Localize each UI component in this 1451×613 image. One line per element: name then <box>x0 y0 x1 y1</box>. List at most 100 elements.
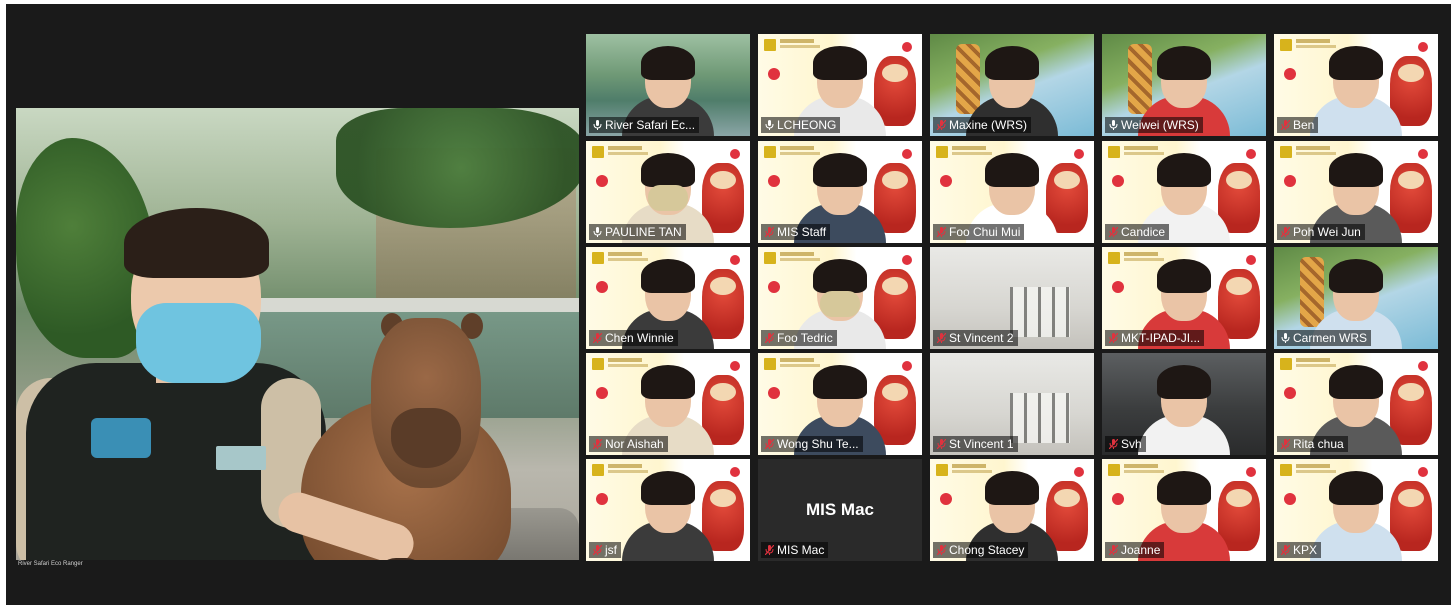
logo-text-mark <box>1296 152 1336 155</box>
participant-hair <box>641 153 695 187</box>
participant-tile[interactable]: Maxine (WRS) <box>930 34 1094 136</box>
participant-tile[interactable]: Carmen WRS <box>1274 247 1438 349</box>
participant-tile[interactable]: MIS Mac MIS Mac <box>758 459 922 561</box>
participant-name-label: Joanne <box>1105 542 1165 558</box>
plum-blossom-icon <box>1284 387 1296 399</box>
microphone-muted-icon[interactable] <box>1109 333 1118 343</box>
participant-tile[interactable]: St Vincent 1 <box>930 353 1094 455</box>
plum-blossom-icon <box>768 68 780 80</box>
participant-hair <box>1329 471 1383 505</box>
participant-name: Chong Stacey <box>949 543 1025 557</box>
logo-text-mark <box>1296 45 1336 48</box>
microphone-muted-icon[interactable] <box>1109 439 1118 449</box>
top-edge <box>0 0 1451 4</box>
participant-tile[interactable]: Rita chua <box>1274 353 1438 455</box>
ox-face <box>710 489 736 507</box>
ox-face <box>710 171 736 189</box>
participant-tile[interactable]: PAULINE TAN <box>586 141 750 243</box>
logo-text-mark <box>1124 146 1158 150</box>
river-safari-logo <box>91 418 151 458</box>
logo-text-mark <box>780 364 820 367</box>
participant-name-label: Weiwei (WRS) <box>1105 117 1203 133</box>
logo-text-mark <box>952 464 986 468</box>
microphone-muted-icon[interactable] <box>765 439 774 449</box>
plum-blossom-icon <box>768 281 780 293</box>
logo-text-mark <box>1296 470 1336 473</box>
participant-tile[interactable]: Chong Stacey <box>930 459 1094 561</box>
participant-hair <box>813 153 867 187</box>
participant-tile[interactable]: River Safari Ec... <box>586 34 750 136</box>
participant-tile[interactable]: Svh <box>1102 353 1266 455</box>
microphone-muted-icon[interactable] <box>937 545 946 555</box>
microphone-muted-icon[interactable] <box>1281 227 1290 237</box>
participant-name: Candice <box>1121 225 1166 239</box>
pinned-speaker-video[interactable] <box>16 108 579 560</box>
foundation-logo-icon <box>1108 252 1120 264</box>
microphone-muted-icon[interactable] <box>593 439 602 449</box>
microphone-icon[interactable] <box>765 120 774 130</box>
participant-name: Foo Tedric <box>777 331 833 345</box>
speaker-name-label: River Safari Eco Ranger <box>18 561 83 567</box>
participant-tile[interactable]: LCHEONG <box>758 34 922 136</box>
participant-name: MIS Mac <box>777 543 825 557</box>
participant-tile[interactable]: Candice <box>1102 141 1266 243</box>
microphone-muted-icon[interactable] <box>937 439 946 449</box>
plum-blossom-icon <box>730 255 740 265</box>
ox-face <box>1226 277 1252 295</box>
plum-blossom-icon <box>1418 42 1428 52</box>
participant-tile[interactable]: Foo Tedric <box>758 247 922 349</box>
microphone-icon[interactable] <box>1281 333 1290 343</box>
logo-text-mark <box>608 364 648 367</box>
microphone-muted-icon[interactable] <box>1109 227 1118 237</box>
participant-tile[interactable]: KPX <box>1274 459 1438 561</box>
participant-name: Poh Wei Jun <box>1293 225 1361 239</box>
participant-tile[interactable]: Chen Winnie <box>586 247 750 349</box>
participant-tile[interactable]: Poh Wei Jun <box>1274 141 1438 243</box>
microphone-muted-icon[interactable] <box>937 227 946 237</box>
plum-blossom-icon <box>596 493 608 505</box>
logo-text-mark <box>608 152 648 155</box>
logo-text-mark <box>608 146 642 150</box>
microphone-muted-icon[interactable] <box>593 545 602 555</box>
plum-blossom-icon <box>902 149 912 159</box>
microphone-muted-icon[interactable] <box>593 333 602 343</box>
microphone-muted-icon[interactable] <box>1281 439 1290 449</box>
participant-name: KPX <box>1293 543 1318 557</box>
logo-text-mark <box>608 464 642 468</box>
participant-tile[interactable]: Wong Shu Te... <box>758 353 922 455</box>
bottom-edge <box>0 605 1451 613</box>
giraffe-icon <box>1300 257 1324 327</box>
logo-text-mark <box>608 258 648 261</box>
participant-hair <box>641 471 695 505</box>
plum-blossom-icon <box>768 387 780 399</box>
participant-name-label: Chen Winnie <box>589 330 678 346</box>
microphone-muted-icon[interactable] <box>765 333 774 343</box>
participant-name: Chen Winnie <box>605 331 674 345</box>
microphone-muted-icon[interactable] <box>937 333 946 343</box>
participant-tile[interactable]: Nor Aishah <box>586 353 750 455</box>
keeper-hair <box>124 208 269 278</box>
participant-tile[interactable]: Weiwei (WRS) <box>1102 34 1266 136</box>
foundation-logo-icon <box>592 252 604 264</box>
participant-name: Ben <box>1293 118 1315 132</box>
participant-tile[interactable]: MKT-IPAD-JI... <box>1102 247 1266 349</box>
participant-tile[interactable]: Ben <box>1274 34 1438 136</box>
plum-blossom-icon <box>1284 68 1296 80</box>
microphone-muted-icon[interactable] <box>1109 545 1118 555</box>
participant-tile[interactable]: jsf <box>586 459 750 561</box>
participant-tile[interactable]: St Vincent 2 <box>930 247 1094 349</box>
microphone-muted-icon[interactable] <box>1281 120 1290 130</box>
microphone-icon[interactable] <box>593 227 602 237</box>
participant-name: Wong Shu Te... <box>777 437 859 451</box>
microphone-muted-icon[interactable] <box>765 227 774 237</box>
participant-tile[interactable]: Foo Chui Mui <box>930 141 1094 243</box>
participant-name: St Vincent 2 <box>949 331 1014 345</box>
logo-text-mark <box>952 470 992 473</box>
microphone-icon[interactable] <box>593 120 602 130</box>
microphone-muted-icon[interactable] <box>1281 545 1290 555</box>
microphone-muted-icon[interactable] <box>765 545 774 555</box>
microphone-muted-icon[interactable] <box>937 120 946 130</box>
participant-tile[interactable]: Joanne <box>1102 459 1266 561</box>
microphone-icon[interactable] <box>1109 120 1118 130</box>
participant-tile[interactable]: MIS Staff <box>758 141 922 243</box>
